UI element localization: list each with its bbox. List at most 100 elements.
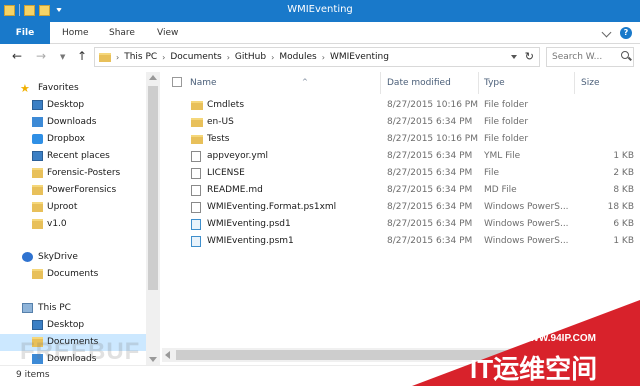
nav-item-forensic-posters[interactable]: Forensic-Posters xyxy=(0,165,146,182)
scroll-thumb[interactable] xyxy=(148,86,158,290)
file-row[interactable]: Tests 8/27/2015 10:16 PM File folder xyxy=(162,131,640,148)
tab-home[interactable]: Home xyxy=(62,22,89,44)
tab-view[interactable]: View xyxy=(157,22,178,44)
document-icon xyxy=(191,185,201,196)
nav-item-uproot[interactable]: Uproot xyxy=(0,199,146,216)
file-row[interactable]: LICENSE 8/27/2015 6:34 PM File 2 KB xyxy=(162,165,640,182)
nav-item-skydrive-documents[interactable]: Documents xyxy=(0,266,146,283)
column-divider[interactable] xyxy=(380,72,381,94)
title-bar: WMIEventing xyxy=(0,0,640,22)
recent-locations-icon[interactable]: ▼ xyxy=(60,53,65,61)
file-type: Windows PowerS... xyxy=(484,219,569,229)
column-header-size[interactable]: Size xyxy=(581,72,631,94)
column-divider[interactable] xyxy=(478,72,479,94)
breadcrumb-documents[interactable]: Documents xyxy=(170,52,221,62)
nav-item-v1-0[interactable]: v1.0 xyxy=(0,216,146,233)
column-header-date[interactable]: Date modified xyxy=(387,72,477,94)
file-type: YML File xyxy=(484,151,521,161)
nav-label: v1.0 xyxy=(47,219,67,229)
file-date: 8/27/2015 10:16 PM xyxy=(387,100,478,110)
file-row[interactable]: WMIEventing.psm1 8/27/2015 6:34 PM Windows… xyxy=(162,233,640,250)
file-size: 1 KB xyxy=(613,151,634,161)
folder-icon xyxy=(32,202,43,212)
address-bar[interactable]: › This PC › Documents › GitHub › Modules… xyxy=(94,47,540,67)
file-date: 8/27/2015 6:34 PM xyxy=(387,202,473,212)
nav-skydrive[interactable]: SkyDrive xyxy=(0,249,146,266)
folder-icon xyxy=(32,185,43,195)
breadcrumb-separator-icon[interactable]: › xyxy=(116,53,119,62)
file-row[interactable]: en-US 8/27/2015 6:34 PM File folder xyxy=(162,114,640,131)
nav-item-desktop[interactable]: Desktop xyxy=(0,97,146,114)
file-size: 1 KB xyxy=(613,236,634,246)
dropbox-icon xyxy=(32,134,43,144)
folder-icon xyxy=(32,168,43,178)
document-icon xyxy=(191,202,201,213)
window-title: WMIEventing xyxy=(287,4,353,15)
column-header-type[interactable]: Type xyxy=(484,72,569,94)
tab-file[interactable]: File xyxy=(0,22,50,44)
file-size: 8 KB xyxy=(613,185,634,195)
nav-this-pc[interactable]: This PC xyxy=(0,300,146,317)
file-row[interactable]: README.md 8/27/2015 6:34 PM MD File 8 KB xyxy=(162,182,640,199)
help-icon[interactable]: ? xyxy=(620,27,632,39)
back-button[interactable]: ← xyxy=(12,49,22,63)
file-date: 8/27/2015 6:34 PM xyxy=(387,219,473,229)
up-button[interactable]: ↑ xyxy=(77,49,87,63)
file-row[interactable]: WMIEventing.Format.ps1xml 8/27/2015 6:34 … xyxy=(162,199,640,216)
breadcrumb-separator-icon[interactable]: › xyxy=(322,53,325,62)
forward-button[interactable]: → xyxy=(36,49,46,63)
sort-ascending-icon: ^ xyxy=(302,78,308,86)
file-date: 8/27/2015 10:16 PM xyxy=(387,134,478,144)
column-label: Name xyxy=(190,78,217,88)
address-row: ← → ▼ ↑ › This PC › Documents › GitHub ›… xyxy=(0,44,640,70)
breadcrumb-separator-icon[interactable]: › xyxy=(162,53,165,62)
file-date: 8/27/2015 6:34 PM xyxy=(387,185,473,195)
breadcrumb-github[interactable]: GitHub xyxy=(235,52,266,62)
nav-label: PowerForensics xyxy=(47,185,117,195)
nav-item-downloads[interactable]: Downloads xyxy=(0,114,146,131)
file-date: 8/27/2015 6:34 PM xyxy=(387,151,473,161)
file-name: LICENSE xyxy=(207,168,245,178)
column-divider[interactable] xyxy=(574,72,575,94)
expand-ribbon-icon[interactable] xyxy=(601,27,612,38)
file-type: File folder xyxy=(484,117,529,127)
select-all-checkbox[interactable] xyxy=(172,77,182,87)
file-name: README.md xyxy=(207,185,263,195)
nav-label: This PC xyxy=(38,303,71,313)
column-header-name[interactable]: Name ^ xyxy=(190,72,380,94)
scroll-down-icon[interactable] xyxy=(149,357,157,362)
file-list: Name ^ Date modified Type Size Cmdlets 8/… xyxy=(162,72,640,365)
navigation-pane: ★ Favorites Desktop Downloads Dropbox Re… xyxy=(0,72,146,365)
address-dropdown-icon[interactable] xyxy=(511,55,517,59)
powershell-file-icon xyxy=(191,219,201,230)
scroll-up-icon[interactable] xyxy=(149,75,157,80)
breadcrumb-separator-icon[interactable]: › xyxy=(271,53,274,62)
navigation-scrollbar[interactable] xyxy=(146,72,160,365)
search-icon xyxy=(621,51,629,59)
breadcrumb-wmieventing[interactable]: WMIEventing xyxy=(330,52,389,62)
search-placeholder: Search W... xyxy=(552,52,603,62)
file-row[interactable]: WMIEventing.psd1 8/27/2015 6:34 PM Windows… xyxy=(162,216,640,233)
nav-item-powerforensics[interactable]: PowerForensics xyxy=(0,182,146,199)
nav-item-pc-desktop[interactable]: Desktop xyxy=(0,317,146,334)
file-row[interactable]: Cmdlets 8/27/2015 10:16 PM File folder xyxy=(162,97,640,114)
watermark-url: WWW.94IP.COM xyxy=(520,333,596,344)
breadcrumb-this-pc[interactable]: This PC xyxy=(124,52,157,62)
computer-icon xyxy=(22,303,33,313)
file-row[interactable]: appveyor.yml 8/27/2015 6:34 PM YML File 1 K… xyxy=(162,148,640,165)
nav-item-dropbox[interactable]: Dropbox xyxy=(0,131,146,148)
nav-item-recent-places[interactable]: Recent places xyxy=(0,148,146,165)
breadcrumb-separator-icon[interactable]: › xyxy=(227,53,230,62)
desktop-icon xyxy=(32,320,43,330)
search-input[interactable]: Search W... xyxy=(546,47,634,67)
skydrive-icon xyxy=(22,252,33,262)
nav-label: Desktop xyxy=(47,100,85,110)
tab-share[interactable]: Share xyxy=(109,22,135,44)
nav-label: Recent places xyxy=(47,151,110,161)
scroll-left-icon[interactable] xyxy=(165,351,170,359)
nav-favorites[interactable]: ★ Favorites xyxy=(0,80,146,97)
file-type: File folder xyxy=(484,134,529,144)
refresh-icon[interactable]: ↻ xyxy=(525,50,534,63)
breadcrumb-modules[interactable]: Modules xyxy=(279,52,316,62)
nav-label: Uproot xyxy=(47,202,78,212)
